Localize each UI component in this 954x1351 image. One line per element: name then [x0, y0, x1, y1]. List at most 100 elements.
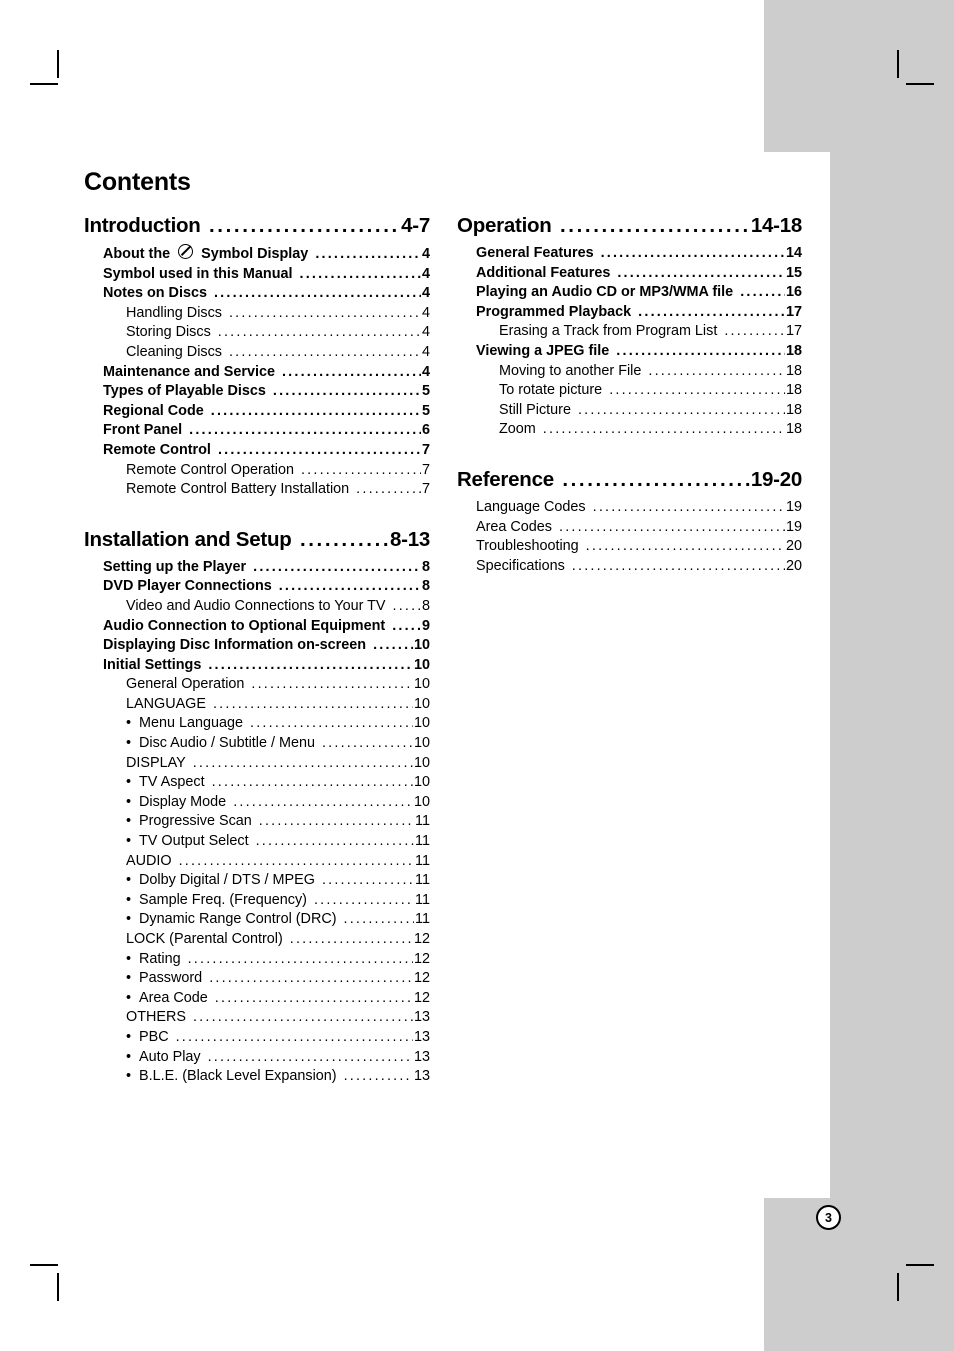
toc-entry[interactable]: Initial Settings .......................… — [103, 656, 430, 676]
toc-entry[interactable]: • Progressive Scan ......................… — [126, 812, 430, 832]
toc-entry[interactable]: • B.L.E. (Black Level Expansion) ........… — [126, 1067, 430, 1087]
toc-entry[interactable]: • Dolby Digital / DTS / MPEG ............… — [126, 871, 430, 891]
toc-entry[interactable]: Regional Code ..........................… — [103, 402, 430, 422]
toc-entry[interactable]: Erasing a Track from Program List ......… — [499, 322, 802, 342]
toc-section-operation[interactable]: Operation ..............................… — [457, 214, 802, 238]
toc-entry[interactable]: Setting up the Player ..................… — [103, 558, 430, 578]
toc-entry-label: Audio Connection to Optional Equipment — [103, 617, 390, 634]
toc-entry-page: 19 — [785, 498, 802, 515]
toc-entry-page: 13 — [413, 1028, 430, 1045]
toc-entry[interactable]: • Rating ................................… — [126, 950, 430, 970]
circled-slash-icon — [178, 244, 194, 259]
dot-leader: ........................................ — [560, 214, 750, 237]
toc-entry-page: 4 — [421, 304, 430, 321]
toc-entry-label: Display Mode — [139, 793, 231, 810]
toc-entry[interactable]: AUDIO ..................................… — [126, 852, 430, 872]
toc-entry-page: 7 — [421, 441, 430, 458]
toc-entry-label: Remote Control Battery Installation — [126, 481, 354, 498]
toc-entry[interactable]: DISPLAY ................................… — [126, 754, 430, 774]
toc-entry[interactable]: Storing Discs ..........................… — [126, 323, 430, 343]
toc-entry[interactable]: About the Symbol Display ...............… — [103, 244, 430, 265]
dot-leader: ........................................… — [343, 1068, 413, 1085]
toc-entry[interactable]: To rotate picture ......................… — [499, 381, 802, 401]
toc-entries-introduction: About the Symbol Display ...............… — [84, 244, 430, 500]
toc-entry[interactable]: General Features .......................… — [476, 244, 802, 264]
toc-entry[interactable]: Remote Control .........................… — [103, 441, 430, 461]
toc-entry-page: 10 — [413, 695, 430, 712]
dot-leader: ........................................… — [392, 617, 421, 634]
toc-entry[interactable]: Zoom ...................................… — [499, 420, 802, 440]
toc-entry-page: 18 — [785, 382, 802, 399]
toc-section-installation-and-setup[interactable]: Installation and Setup .................… — [84, 528, 430, 552]
dot-leader: ........................................… — [592, 498, 785, 515]
bullet-icon: • — [126, 833, 132, 850]
toc-section-label: Operation — [457, 214, 558, 237]
toc-entry[interactable]: Notes on Discs .........................… — [103, 284, 430, 304]
dot-leader: ........................................… — [616, 342, 785, 359]
toc-entry[interactable]: Moving to another File .................… — [499, 362, 802, 382]
toc-entry[interactable]: Audio Connection to Optional Equipment .… — [103, 617, 430, 637]
toc-entry[interactable]: Viewing a JPEG file ....................… — [476, 342, 802, 362]
toc-entry[interactable]: • Dynamic Range Control (DRC) ...........… — [126, 910, 430, 930]
toc-entry[interactable]: • Sample Freq. (Frequency) ..............… — [126, 891, 430, 911]
dot-leader: ........................................… — [187, 950, 413, 967]
toc-section-page: 8-13 — [389, 527, 430, 551]
toc-entry[interactable]: Handling Discs .........................… — [126, 304, 430, 324]
toc-entry[interactable]: Specifications .........................… — [476, 557, 802, 577]
dot-leader: ........................................… — [343, 911, 415, 928]
toc-entry[interactable]: • TV Aspect .............................… — [126, 773, 430, 793]
toc-entry[interactable]: • Disc Audio / Subtitle / Menu ..........… — [126, 734, 430, 754]
toc-entry[interactable]: Displaying Disc Information on-screen ..… — [103, 636, 430, 656]
toc-entry[interactable]: • Display Mode ..........................… — [126, 793, 430, 813]
toc-entry-label: Handling Discs — [126, 304, 226, 321]
toc-entries-installation-and-setup: Setting up the Player ..................… — [84, 558, 430, 1087]
toc-entry[interactable]: Front Panel ............................… — [103, 421, 430, 441]
toc-entry[interactable]: Additional Features ....................… — [476, 264, 802, 284]
toc-section-reference[interactable]: Reference ..............................… — [457, 468, 802, 492]
toc-entry[interactable]: OTHERS .................................… — [126, 1008, 430, 1028]
toc-entry[interactable]: Cleaning Discs .........................… — [126, 343, 430, 363]
toc-entry[interactable]: Playing an Audio CD or MP3/WMA file ....… — [476, 283, 802, 303]
toc-entry-label: Disc Audio / Subtitle / Menu — [139, 735, 319, 752]
toc-entry-page: 20 — [785, 538, 802, 555]
toc-entry[interactable]: • Auto Play .............................… — [126, 1048, 430, 1068]
toc-entry-label: Specifications — [476, 557, 569, 574]
toc-entry[interactable]: Still Picture ..........................… — [499, 401, 802, 421]
toc-entry-label: Auto Play — [139, 1048, 205, 1065]
gray-edge-band-bottom — [764, 1198, 954, 1351]
toc-entry[interactable]: LOCK (Parental Control) ................… — [126, 930, 430, 950]
dot-leader: ........................................… — [208, 656, 413, 673]
toc-entry[interactable]: Area Codes .............................… — [476, 518, 802, 538]
toc-entry[interactable]: Remote Control Battery Installation ....… — [126, 480, 430, 500]
toc-entry[interactable]: • Menu Language .........................… — [126, 714, 430, 734]
bullet-icon: • — [126, 793, 132, 810]
toc-entry[interactable]: Troubleshooting ........................… — [476, 537, 802, 557]
toc-entry[interactable]: Types of Playable Discs ................… — [103, 382, 430, 402]
toc-entry-label: Initial Settings — [103, 656, 206, 673]
toc-entry-page: 4 — [421, 265, 430, 282]
dot-leader: ........................................… — [253, 558, 421, 575]
page-number-badge: 3 — [816, 1205, 841, 1230]
toc-entry[interactable]: • Password ..............................… — [126, 969, 430, 989]
toc-entry[interactable]: Symbol used in this Manual .............… — [103, 265, 430, 285]
toc-entry-page: 12 — [413, 989, 430, 1006]
toc-entry[interactable]: • Area Code .............................… — [126, 989, 430, 1009]
toc-entry[interactable]: Programmed Playback ....................… — [476, 303, 802, 323]
toc-entry[interactable]: Video and Audio Connections to Your TV .… — [126, 597, 430, 617]
dot-leader: ........................................… — [228, 343, 421, 360]
toc-entry[interactable]: Remote Control Operation ...............… — [126, 461, 430, 481]
dot-leader: ........................................… — [178, 852, 415, 869]
toc-entry[interactable]: • PBC ...................................… — [126, 1028, 430, 1048]
toc-entry[interactable]: LANGUAGE ...............................… — [126, 695, 430, 715]
toc-entry-page: 10 — [413, 715, 430, 732]
toc-section-introduction[interactable]: Introduction ...........................… — [84, 214, 430, 238]
toc-entry-label: Sample Freq. (Frequency) — [139, 891, 311, 908]
toc-entry[interactable]: DVD Player Connections .................… — [103, 577, 430, 597]
toc-entry[interactable]: • TV Output Select ......................… — [126, 832, 430, 852]
toc-entry[interactable]: Maintenance and Service ................… — [103, 363, 430, 383]
toc-entries-reference: Language Codes .........................… — [457, 498, 802, 576]
bullet-icon: • — [126, 1068, 132, 1085]
toc-entry[interactable]: General Operation ......................… — [126, 675, 430, 695]
toc-entry[interactable]: Language Codes .........................… — [476, 498, 802, 518]
toc-entry-label: To rotate picture — [499, 382, 607, 399]
